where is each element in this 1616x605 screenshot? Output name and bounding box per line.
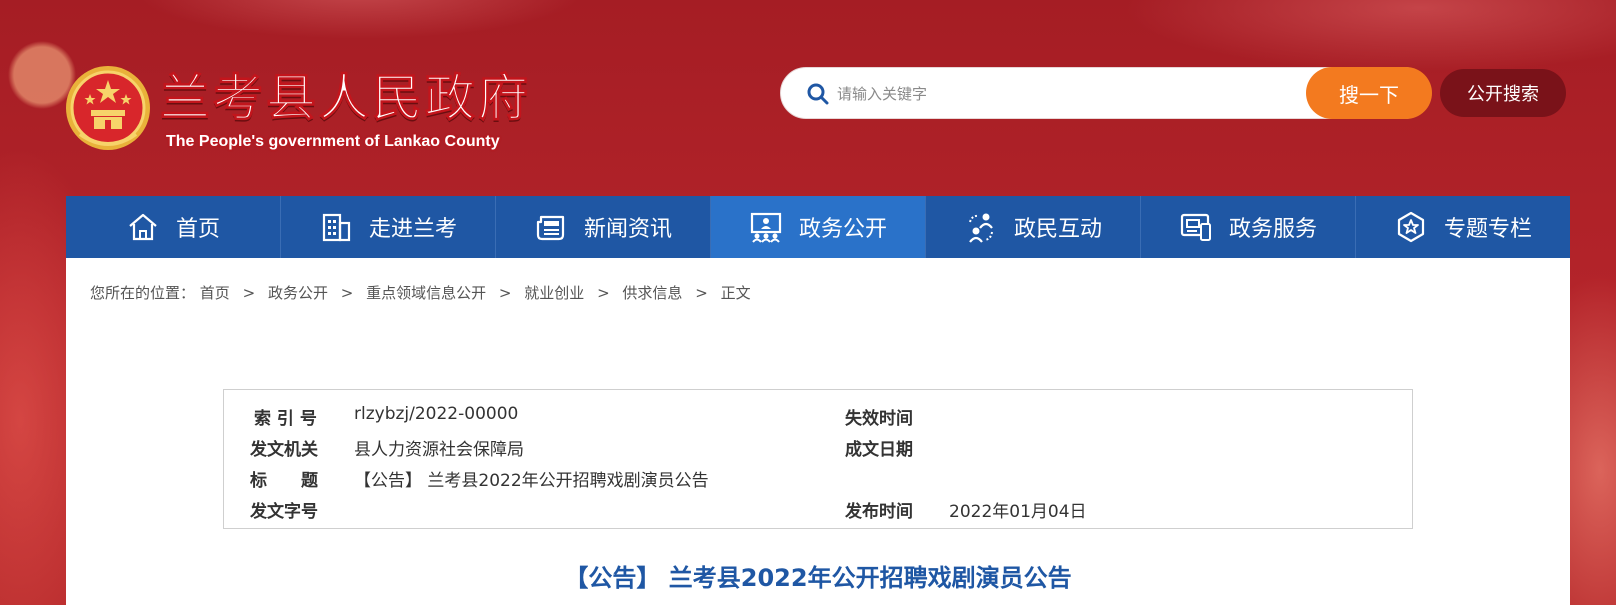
breadcrumb-separator: > xyxy=(242,284,256,302)
nav-item-interaction[interactable]: 政民互动 xyxy=(926,196,1141,258)
nav-item-special-topics[interactable]: 专题专栏 xyxy=(1356,196,1570,258)
nav-item-home[interactable]: 首页 xyxy=(66,196,281,258)
breadcrumb-prefix: 您所在的位置： xyxy=(90,284,196,302)
search-icon xyxy=(807,83,829,105)
meta-issuer-label: 发文机关 xyxy=(250,440,318,460)
meta-index-value: rlzybzj/2022-00000 xyxy=(354,404,519,424)
nav-item-government-affairs[interactable]: 政务公开 xyxy=(711,196,926,258)
public-search-button[interactable]: 公开搜索 xyxy=(1440,69,1566,117)
home-icon xyxy=(129,213,157,241)
site-title: 兰考县人民政府 xyxy=(160,68,531,128)
search-input[interactable] xyxy=(837,78,1277,110)
main-nav: 首页 走进兰考 新闻资讯 政务公开 政民互动 政务服务 专题专栏 xyxy=(66,196,1570,258)
national-emblem-icon xyxy=(66,66,150,150)
people-interaction-icon xyxy=(969,213,993,243)
breadcrumb-separator: > xyxy=(340,284,354,302)
breadcrumb-item[interactable]: 就业创业 xyxy=(524,284,584,302)
meta-issuer-value: 县人力资源社会保障局 xyxy=(354,440,524,460)
building-icon xyxy=(322,213,351,242)
breadcrumb: 您所在的位置： 首页 > 政务公开 > 重点领域信息公开 > 就业创业 > 供求… xyxy=(90,282,751,303)
search-box: 搜一下 xyxy=(780,67,1432,119)
nav-item-label: 政务服务 xyxy=(1228,217,1317,242)
service-terminal-icon xyxy=(1180,213,1211,241)
meta-publish-value: 2022年01月04日 xyxy=(949,502,1087,522)
breadcrumb-item[interactable]: 首页 xyxy=(200,284,230,302)
nav-item-services[interactable]: 政务服务 xyxy=(1141,196,1356,258)
content-area: 您所在的位置： 首页 > 政务公开 > 重点领域信息公开 > 就业创业 > 供求… xyxy=(66,258,1570,605)
nav-item-news[interactable]: 新闻资讯 xyxy=(496,196,711,258)
nav-item-label: 政民互动 xyxy=(1013,217,1102,242)
search-button[interactable]: 搜一下 xyxy=(1306,67,1432,119)
nav-item-label: 专题专栏 xyxy=(1443,217,1532,242)
breadcrumb-separator: > xyxy=(695,284,708,302)
breadcrumb-item[interactable]: 重点领域信息公开 xyxy=(366,284,486,302)
nav-item-label: 走进兰考 xyxy=(368,217,457,242)
nav-item-label: 首页 xyxy=(175,217,220,242)
breadcrumb-separator: > xyxy=(597,284,610,302)
site-subtitle: The People's government of Lankao County xyxy=(166,133,500,150)
presentation-icon xyxy=(750,212,782,243)
breadcrumb-separator: > xyxy=(498,284,512,302)
nav-item-about-lankao[interactable]: 走进兰考 xyxy=(281,196,496,258)
meta-written-date-label: 成文日期 xyxy=(845,440,913,460)
meta-publish-label: 发布时间 xyxy=(845,502,913,522)
meta-title-value: 【公告】 兰考县2022年公开招聘戏剧演员公告 xyxy=(354,471,709,491)
meta-doc-number-label: 发文字号 xyxy=(250,502,318,522)
meta-title-label: 标 题 xyxy=(250,471,318,491)
document-title: 【公告】 兰考县2022年公开招聘戏剧演员公告 xyxy=(564,564,1072,592)
meta-index-label: 索 引 号 xyxy=(254,409,317,429)
meta-expiry-label: 失效时间 xyxy=(845,409,913,429)
newspaper-icon xyxy=(536,215,565,241)
badge-star-icon xyxy=(1397,211,1425,243)
nav-item-label: 新闻资讯 xyxy=(583,217,672,242)
nav-item-label: 政务公开 xyxy=(798,217,887,242)
document-meta-box: 索 引 号 rlzybzj/2022-00000 失效时间 发文机关 县人力资源… xyxy=(223,389,1413,529)
breadcrumb-item[interactable]: 供求信息 xyxy=(622,284,682,302)
breadcrumb-item[interactable]: 政务公开 xyxy=(268,284,328,302)
breadcrumb-item: 正文 xyxy=(720,284,751,302)
